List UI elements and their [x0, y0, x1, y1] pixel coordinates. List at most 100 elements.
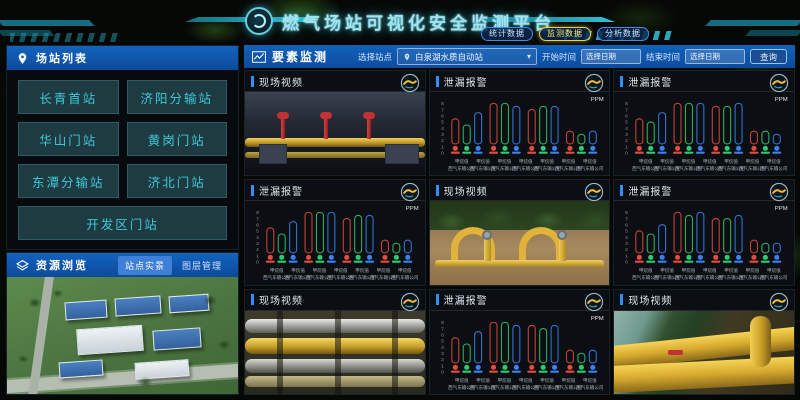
header-data-button-2[interactable]: 监测数据 — [539, 27, 591, 41]
panel-header: 现场视频 — [614, 290, 794, 311]
station-button-5[interactable]: 东潭分输站 — [18, 164, 119, 198]
svg-text:甲烷值: 甲烷值 — [703, 267, 717, 274]
video-feed[interactable] — [614, 311, 794, 394]
svg-text:甲烷值: 甲烷值 — [519, 158, 533, 165]
safety-emblem-icon — [769, 292, 789, 312]
header-data-button-3[interactable]: 分析数据 — [597, 27, 649, 41]
safety-emblem-icon — [769, 182, 789, 202]
panel-body — [245, 92, 425, 175]
header-button-group: 统计数据监测数据分析数据 — [481, 27, 649, 41]
aerial-trees — [7, 277, 238, 394]
element-monitor-header: 要素监测 选择站点 白泉湖水质自动站 ▾ 开始时间 选择日期 结束时间 选择日期… — [244, 45, 795, 68]
location-pin-icon — [403, 53, 411, 61]
svg-text:0: 0 — [625, 151, 628, 157]
station-list-title: 场站列表 — [36, 50, 88, 66]
svg-text:甲烷值: 甲烷值 — [540, 377, 554, 384]
svg-text:4: 4 — [441, 345, 444, 351]
svg-text:0: 0 — [441, 369, 444, 375]
resource-tab-2[interactable]: 图层管理 — [175, 256, 229, 275]
station-list-panel: 场站列表 长青首站济阳分输站华山门站黄岗门站东潭分输站济北门站开发区门站 — [6, 45, 239, 250]
leak-alarm-panel: 泄漏报警 PPM012345678甲烷值西气东输公司甲烷值西气东输公司甲烷值西气… — [429, 70, 611, 176]
svg-text:8: 8 — [441, 101, 444, 107]
station-button-7[interactable]: 开发区门站 — [18, 206, 227, 240]
station-button-1[interactable]: 长青首站 — [18, 80, 119, 114]
station-select[interactable]: 白泉湖水质自动站 ▾ — [397, 48, 537, 65]
svg-text:4: 4 — [625, 235, 628, 241]
live-video-panel: 现场视频 — [244, 289, 426, 395]
video-feed[interactable] — [430, 201, 610, 284]
line-chart-icon — [252, 51, 266, 63]
panel-header: 泄漏报警 — [614, 71, 794, 92]
svg-text:甲烷值: 甲烷值 — [583, 377, 597, 384]
svg-text:6: 6 — [441, 114, 444, 120]
panel-title: 现场视频 — [259, 74, 303, 89]
leak-alarm-chart: PPM012345678甲烷值西气东输公司甲烷值西气东输公司甲烷值西气东输公司甲… — [430, 92, 610, 175]
safety-emblem-icon — [400, 292, 420, 312]
panel-header: 现场视频 — [245, 290, 425, 311]
svg-text:甲烷值: 甲烷值 — [540, 158, 554, 165]
svg-text:2: 2 — [256, 248, 259, 254]
svg-text:7: 7 — [441, 107, 444, 113]
station-button-3[interactable]: 华山门站 — [18, 122, 119, 156]
leak-alarm-chart: PPM012345678甲烷值西气东输公司甲烷值西气东输公司甲烷值西气东输公司甲… — [430, 311, 610, 394]
svg-text:5: 5 — [625, 120, 628, 126]
panel-accent-bar — [251, 294, 254, 305]
svg-text:甲烷值: 甲烷值 — [398, 267, 412, 274]
top-header: 燃气场站可视化安全监测平台 统计数据监测数据分析数据 — [0, 0, 800, 42]
svg-text:甲烷值: 甲烷值 — [291, 267, 305, 274]
video-feed[interactable] — [245, 92, 425, 175]
header-data-button-1[interactable]: 统计数据 — [481, 27, 533, 41]
panel-body — [430, 201, 610, 284]
svg-text:甲烷值: 甲烷值 — [476, 158, 490, 165]
video-feed[interactable] — [245, 311, 425, 394]
header-corner-decor — [745, 30, 800, 36]
location-pin-icon — [16, 52, 29, 65]
panel-header: 现场视频 — [430, 180, 610, 201]
svg-text:1: 1 — [625, 254, 628, 260]
svg-text:1: 1 — [625, 144, 628, 150]
resource-tab-1[interactable]: 站点实景 — [118, 256, 172, 275]
panel-accent-bar — [436, 76, 439, 87]
svg-text:4: 4 — [441, 126, 444, 132]
panel-body: PPM012345678甲烷值西气东输公司甲烷值西气东输公司甲烷值西气东输公司甲… — [614, 201, 794, 284]
live-video-panel: 现场视频 — [429, 179, 611, 285]
safety-emblem-icon — [584, 292, 604, 312]
panel-accent-bar — [620, 76, 623, 87]
site-aerial-image[interactable] — [7, 277, 238, 394]
svg-text:7: 7 — [441, 326, 444, 332]
panel-accent-bar — [436, 185, 439, 196]
svg-text:甲烷值: 甲烷值 — [639, 158, 653, 165]
query-button[interactable]: 查询 — [750, 49, 787, 64]
header-corner-decor — [0, 20, 95, 26]
header-corner-decor — [705, 20, 800, 26]
svg-text:6: 6 — [256, 223, 259, 229]
station-button-4[interactable]: 黄岗门站 — [127, 122, 228, 156]
svg-text:甲烷值: 甲烷值 — [497, 377, 511, 384]
station-button-6[interactable]: 济北门站 — [127, 164, 228, 198]
station-button-2[interactable]: 济阳分输站 — [127, 80, 228, 114]
station-grid: 长青首站济阳分输站华山门站黄岗门站东潭分输站济北门站开发区门站 — [7, 70, 238, 250]
svg-text:7: 7 — [256, 217, 259, 223]
panel-title: 泄漏报警 — [259, 183, 303, 198]
panel-title: 泄漏报警 — [628, 183, 672, 198]
element-monitor-title: 要素监测 — [272, 48, 328, 65]
panel-body: PPM012345678甲烷值西气东输公司甲烷值西气东输公司甲烷值西气东输公司甲… — [430, 92, 610, 175]
panel-title: 泄漏报警 — [444, 292, 488, 307]
monitor-grid: 现场视频 泄漏报警 PPM012345678甲烷值西气东输公司甲烷值西气东输公司… — [244, 70, 795, 395]
end-time-label: 结束时间 — [646, 51, 680, 63]
start-time-input[interactable]: 选择日期 — [581, 49, 641, 64]
panel-header: 泄漏报警 — [245, 180, 425, 201]
station-list-header: 场站列表 — [7, 46, 238, 70]
panel-body — [245, 311, 425, 394]
layers-icon — [16, 259, 29, 272]
panel-header: 现场视频 — [245, 71, 425, 92]
panel-accent-bar — [436, 294, 439, 305]
svg-text:6: 6 — [625, 114, 628, 120]
svg-text:甲烷值: 甲烷值 — [377, 267, 391, 274]
panel-header: 泄漏报警 — [430, 71, 610, 92]
station-select-value: 白泉湖水质自动站 — [415, 51, 483, 63]
resource-header: 资源浏览 站点实景图层管理 — [7, 253, 238, 277]
end-time-input[interactable]: 选择日期 — [685, 49, 745, 64]
svg-text:6: 6 — [441, 332, 444, 338]
monitor-controls: 选择站点 白泉湖水质自动站 ▾ 开始时间 选择日期 结束时间 选择日期 查询 — [358, 48, 787, 65]
